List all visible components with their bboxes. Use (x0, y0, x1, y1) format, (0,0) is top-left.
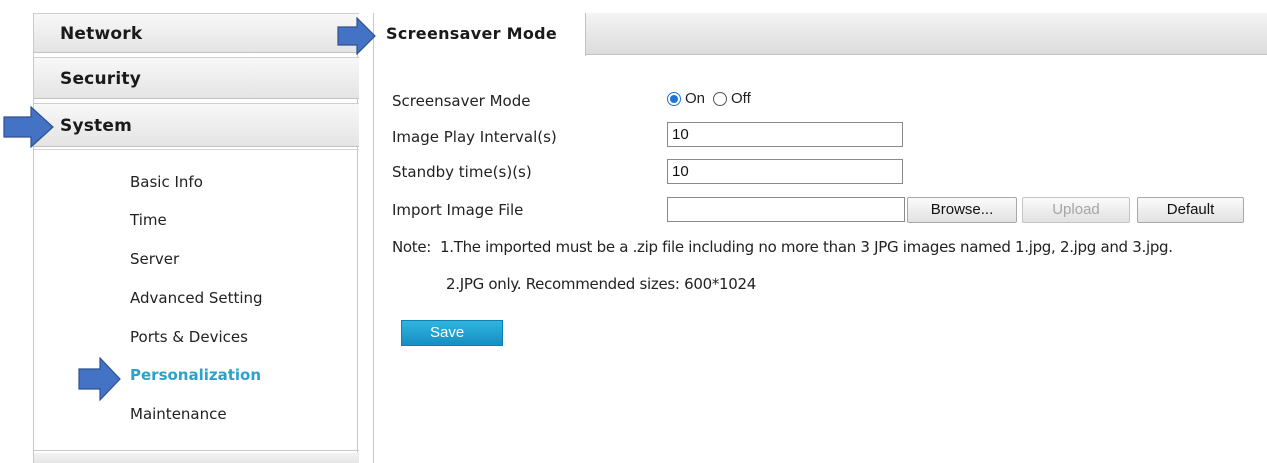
import-image-file-input[interactable] (667, 197, 905, 222)
arrow-tab-icon (337, 17, 376, 55)
save-button[interactable]: Save (401, 320, 503, 346)
sidebar-section-network[interactable]: Network (34, 13, 359, 53)
sidebar-section-security[interactable]: Security (34, 57, 359, 99)
radio-off[interactable] (713, 91, 728, 106)
standby-time-input[interactable]: 10 (667, 159, 903, 184)
screensaver-mode-label: Screensaver Mode (392, 92, 531, 110)
radio-off-label: Off (731, 90, 751, 107)
note-line-1: 1.The imported must be a .zip file inclu… (440, 238, 1173, 256)
system-submenu: Basic Info Time Server Advanced Setting … (34, 149, 359, 451)
sidebar-section-system[interactable]: System (34, 103, 359, 147)
default-button[interactable]: Default (1137, 197, 1244, 223)
submenu-item-ports-devices[interactable]: Ports & Devices (130, 328, 248, 346)
arrow-personalization-icon (78, 357, 121, 401)
submenu-item-personalization[interactable]: Personalization (130, 366, 261, 384)
import-image-label: Import Image File (392, 201, 524, 219)
submenu-item-basic-info[interactable]: Basic Info (130, 173, 203, 191)
submenu-item-time[interactable]: Time (130, 211, 167, 229)
submenu-item-maintenance[interactable]: Maintenance (130, 405, 227, 423)
screensaver-mode-radio-group: On Off (667, 90, 751, 107)
image-play-interval-input[interactable]: 10 (667, 122, 903, 147)
radio-on-label: On (685, 90, 706, 107)
sidebar-footer (34, 453, 359, 463)
tab-bar: Screensaver Mode (374, 13, 1267, 56)
note-line-2: 2.JPG only. Recommended sizes: 600*1024 (446, 275, 757, 293)
image-play-interval-label: Image Play Interval(s) (392, 128, 557, 146)
note-label: Note: (392, 238, 432, 256)
radio-on[interactable] (667, 91, 681, 106)
standby-time-label: Standby time(s)(s) (392, 163, 532, 181)
main-panel: Screensaver Mode Screensaver Mode On Off… (373, 13, 1267, 463)
browse-button[interactable]: Browse... (907, 197, 1017, 223)
upload-button[interactable]: Upload (1022, 197, 1130, 223)
arrow-system-icon (3, 106, 54, 148)
tab-screensaver-mode[interactable]: Screensaver Mode (374, 13, 586, 56)
submenu-item-advanced-setting[interactable]: Advanced Setting (130, 289, 263, 307)
submenu-item-server[interactable]: Server (130, 250, 179, 268)
